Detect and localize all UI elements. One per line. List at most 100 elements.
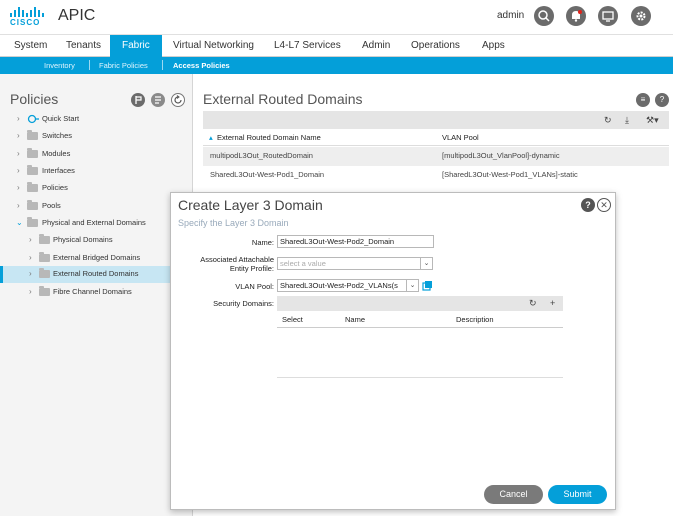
cell-domain-name: multipodL3Out_RoutedDomain	[210, 151, 313, 160]
app-title: APIC	[58, 7, 96, 24]
table-row[interactable]: multipodL3Out_RoutedDomain [multipodL3Ou…	[203, 147, 669, 166]
top-header: CISCO APIC admin	[0, 0, 673, 35]
folder-icon	[39, 234, 50, 244]
search-icon[interactable]	[534, 6, 554, 26]
open-link-icon[interactable]	[422, 280, 433, 291]
column-header-name: Name	[345, 315, 366, 324]
vlan-pool-label: VLAN Pool:	[235, 282, 274, 291]
add-icon[interactable]: +	[550, 298, 555, 308]
refresh-icon[interactable]	[171, 93, 185, 107]
cisco-wordmark: CISCO	[10, 18, 41, 27]
nav-operations[interactable]: Operations	[411, 40, 460, 51]
subnav-access-policies[interactable]: Access Policies	[173, 61, 230, 70]
security-domains-label: Security Domains:	[213, 299, 274, 308]
nav-l4-l7-services[interactable]: L4-L7 Services	[274, 40, 341, 51]
tree-item-policies[interactable]: › Policies	[0, 180, 193, 197]
aep-label: Associated Attachable	[200, 255, 274, 264]
tree-item-label: Modules	[42, 149, 71, 158]
tree-item-label: Fibre Channel Domains	[53, 287, 132, 296]
chevron-right-icon[interactable]: ›	[17, 149, 25, 158]
column-header-vlan-pool[interactable]: VLAN Pool	[442, 133, 479, 142]
tree-item-modules[interactable]: › Modules	[0, 146, 193, 163]
cancel-button[interactable]: Cancel	[484, 485, 543, 504]
aep-select[interactable]: select a value	[277, 257, 421, 270]
gear-icon[interactable]	[631, 6, 651, 26]
nav-admin[interactable]: Admin	[362, 40, 390, 51]
tree-item-physical-and-external-domains[interactable]: ⌄ Physical and External Domains	[0, 215, 193, 232]
cisco-logo-bars	[10, 7, 46, 17]
bell-icon[interactable]	[566, 6, 586, 26]
tree-item-label: Physical and External Domains	[42, 218, 146, 227]
help-icon[interactable]: ?	[655, 93, 669, 107]
chevron-down-icon[interactable]: ⌄	[421, 257, 433, 270]
nav-virtual-networking[interactable]: Virtual Networking	[173, 40, 254, 51]
cell-domain-name: SharedL3Out-West-Pod1_Domain	[210, 170, 325, 179]
folder-icon	[39, 252, 50, 262]
chevron-right-icon[interactable]: ›	[29, 269, 37, 278]
chevron-right-icon[interactable]: ›	[17, 166, 25, 175]
tree-item-physical-domains[interactable]: › Physical Domains	[0, 232, 193, 249]
name-label: Name:	[251, 238, 274, 247]
tree-item-label: Physical Domains	[53, 235, 113, 244]
download-icon[interactable]: ⤓	[625, 115, 629, 126]
subnav-fabric-policies[interactable]: Fabric Policies	[99, 61, 148, 70]
tree-item-interfaces[interactable]: › Interfaces	[0, 163, 193, 180]
column-header-select: Select	[282, 315, 303, 324]
panel-title: Policies	[10, 91, 59, 107]
table-header: ▴ External Routed Domain Name VLAN Pool	[203, 129, 669, 146]
cisco-logo: CISCO	[10, 7, 46, 29]
folder-icon	[27, 182, 38, 192]
close-icon[interactable]: ✕	[597, 198, 611, 212]
column-header-description: Description	[456, 315, 494, 324]
dialog-subtitle: Specify the Layer 3 Domain	[178, 218, 289, 228]
tree-item-quick-start[interactable]: › Quick Start	[0, 111, 193, 128]
name-field[interactable]: SharedL3Out-West-Pod2_Domain	[277, 235, 434, 248]
tree-item-label: Interfaces	[42, 166, 75, 175]
subnav-divider	[89, 60, 90, 70]
security-domains-list	[277, 328, 563, 378]
tree-item-switches[interactable]: › Switches	[0, 128, 193, 145]
folder-icon	[27, 217, 38, 227]
monitor-icon[interactable]	[598, 6, 618, 26]
list-view-icon[interactable]: ≡	[636, 93, 650, 107]
nav-tenants[interactable]: Tenants	[66, 40, 101, 51]
chevron-right-icon[interactable]: ›	[29, 287, 37, 296]
config-tool-icon[interactable]	[151, 93, 165, 107]
security-domains-header: Select Name Description	[277, 311, 563, 328]
tree-item-pools[interactable]: › Pools	[0, 198, 193, 215]
tree-item-external-bridged-domains[interactable]: › External Bridged Domains	[0, 250, 193, 267]
chevron-down-icon[interactable]: ⌄	[16, 218, 24, 227]
subnav-divider	[162, 60, 163, 70]
refresh-icon[interactable]: ↻	[604, 115, 612, 126]
cell-vlan-pool: [multipodL3Out_VlanPool]-dynamic	[442, 151, 560, 160]
table-toolbar: ↻ ⤓ ⚒▾	[203, 111, 669, 129]
subnav-inventory[interactable]: Inventory	[44, 61, 75, 70]
cell-vlan-pool: [SharedL3Out-West-Pod1_VLANs]-static	[442, 170, 578, 179]
table-row[interactable]: SharedL3Out-West-Pod1_Domain [SharedL3Ou…	[203, 166, 669, 185]
tree-item-external-routed-domains[interactable]: › External Routed Domains	[0, 266, 193, 283]
tree-item-fibre-channel-domains[interactable]: › Fibre Channel Domains	[0, 284, 193, 301]
tools-menu-icon[interactable]: ⚒▾	[646, 115, 659, 126]
dialog-title: Create Layer 3 Domain	[178, 197, 323, 213]
nav-fabric[interactable]: Fabric	[110, 35, 162, 57]
chevron-right-icon[interactable]: ›	[29, 253, 37, 262]
quickstart-tool-icon[interactable]	[131, 93, 145, 107]
chevron-right-icon[interactable]: ›	[17, 201, 25, 210]
chevron-right-icon[interactable]: ›	[17, 183, 25, 192]
aep-label-line2: Entity Profile:	[229, 264, 274, 273]
nav-system[interactable]: System	[14, 40, 47, 51]
column-header-name[interactable]: External Routed Domain Name	[217, 133, 321, 142]
submit-button[interactable]: Submit	[548, 485, 607, 504]
chevron-right-icon[interactable]: ›	[17, 131, 25, 140]
folder-icon	[27, 130, 38, 140]
user-menu[interactable]: admin	[497, 10, 524, 21]
chevron-right-icon[interactable]: ›	[17, 114, 25, 123]
nav-apps[interactable]: Apps	[482, 40, 505, 51]
sort-ascending-icon[interactable]: ▴	[209, 133, 213, 142]
chevron-right-icon[interactable]: ›	[29, 235, 37, 244]
chevron-down-icon[interactable]: ⌄	[407, 279, 419, 292]
vlan-pool-select[interactable]: SharedL3Out-West-Pod2_VLANs(s	[277, 279, 407, 292]
help-icon[interactable]: ?	[581, 198, 595, 212]
main-nav: System Tenants Fabric Virtual Networking…	[0, 35, 673, 57]
refresh-icon[interactable]: ↻	[529, 298, 537, 309]
